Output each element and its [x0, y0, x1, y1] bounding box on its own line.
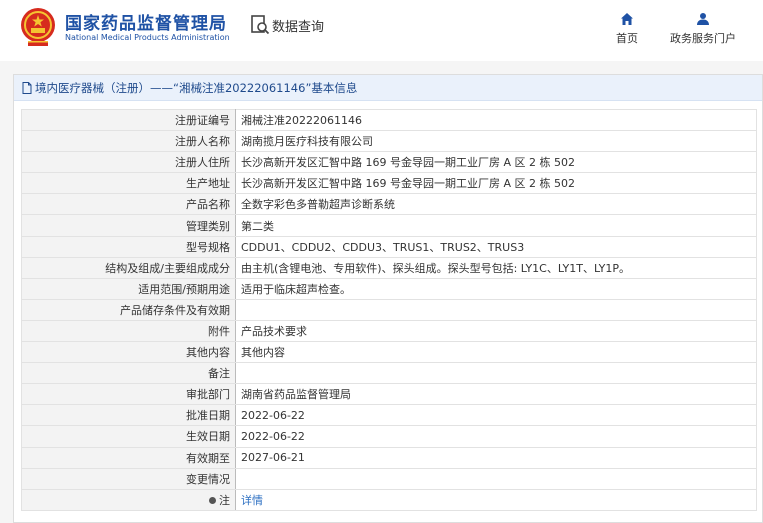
field-label: 注册人住所 [21, 151, 236, 174]
registration-info-table: 注册证编号 湘械注准20222061146 注册人名称 湖南揽月医疗科技有限公司 注… [21, 108, 757, 511]
note-row: 注 详情 [21, 488, 757, 511]
field-label: 管理类别 [21, 214, 236, 237]
field-label: 注册证编号 [21, 108, 236, 132]
field-label: 产品储存条件及有效期 [21, 298, 236, 321]
field-value: CDDU1、CDDU2、CDDU3、TRUS1、TRUS2、TRUS3 [235, 235, 757, 258]
nav-service-label: 政务服务门户 [670, 32, 736, 45]
table-row: 批准日期 2022-06-22 [21, 404, 757, 427]
field-label: 审批部门 [21, 383, 236, 406]
field-value [235, 298, 757, 321]
table-row: 生效日期 2022-06-22 [21, 425, 757, 448]
panel-title-bar: 境内医疗器械（注册）——“湘械注准20222061146”基本信息 [14, 75, 762, 101]
table-row: 生产地址 长沙高新开发区汇智中路 169 号金导园一期工业厂房 A 区 2 栋 5… [21, 172, 757, 195]
field-label: 批准日期 [21, 404, 236, 427]
bullet-icon [209, 497, 216, 505]
field-label: 生效日期 [21, 425, 236, 448]
table-row: 型号规格 CDDU1、CDDU2、CDDU3、TRUS1、TRUS2、TRUS3 [21, 235, 757, 258]
table-row: 注册证编号 湘械注准20222061146 [21, 108, 757, 132]
field-value: 由主机(含锂电池、专用软件)、探头组成。探头型号包括: LY1C、LY1T、LY… [235, 256, 757, 279]
field-label: 其他内容 [21, 341, 236, 364]
nav-home-label: 首页 [616, 32, 638, 45]
table-row: 审批部门 湖南省药品监督管理局 [21, 383, 757, 406]
field-label: 型号规格 [21, 235, 236, 258]
field-value: 2027-06-21 [235, 446, 757, 469]
table-row: 产品名称 全数字彩色多普勒超声诊断系统 [21, 193, 757, 216]
field-value: 其他内容 [235, 341, 757, 364]
field-value: 长沙高新开发区汇智中路 169 号金导园一期工业厂房 A 区 2 栋 502 [235, 151, 757, 174]
note-label: 注 [219, 493, 230, 507]
table-row: 注册人名称 湖南揽月医疗科技有限公司 [21, 130, 757, 153]
field-label: 适用范围/预期用途 [21, 277, 236, 300]
note-label-cell: 注 [21, 488, 236, 511]
field-value: 产品技术要求 [235, 319, 757, 343]
detail-panel: 境内医疗器械（注册）——“湘械注准20222061146”基本信息 注册证编号湘… [13, 74, 763, 523]
field-value: 全数字彩色多普勒超声诊断系统 [235, 193, 757, 216]
nav-service-portal[interactable]: 政务服务门户 [664, 12, 742, 46]
site-logo-subtitle: National Medical Products Administration [65, 33, 230, 42]
document-icon [22, 81, 32, 94]
details-link[interactable]: 详情 [241, 494, 263, 507]
field-value: 2022-06-22 [235, 404, 757, 427]
table-row: 适用范围/预期用途 适用于临床超声检查。 [21, 277, 757, 300]
field-value: 湖南省药品监督管理局 [235, 383, 757, 406]
field-value: 第二类 [235, 214, 757, 237]
table-row: 管理类别 第二类 [21, 214, 757, 237]
national-emblem-icon [21, 8, 55, 46]
table-row: 其他内容 其他内容 [21, 341, 757, 364]
field-value [235, 362, 757, 385]
document-search-icon [251, 15, 270, 35]
note-value-cell: 详情 [235, 488, 757, 511]
table-row: 备注 [21, 362, 757, 385]
field-value: 2022-06-22 [235, 425, 757, 448]
site-header: 国家药品监督管理局 National Medical Products Admi… [0, 0, 763, 61]
table-row: 结构及组成/主要组成成分 由主机(含锂电池、专用软件)、探头组成。探头型号包括: … [21, 256, 757, 279]
field-label: 产品名称 [21, 193, 236, 216]
table-row: 附件 产品技术要求 [21, 319, 757, 343]
field-value: 湘械注准20222061146 [235, 108, 757, 132]
table-row: 产品储存条件及有效期 [21, 298, 757, 321]
home-icon [621, 13, 633, 25]
field-label: 备注 [21, 362, 236, 385]
user-icon [697, 13, 709, 25]
field-value [235, 467, 757, 490]
field-value: 湖南揽月医疗科技有限公司 [235, 130, 757, 153]
table-row: 变更情况 [21, 467, 757, 490]
field-label: 结构及组成/主要组成成分 [21, 256, 236, 279]
field-label: 生产地址 [21, 172, 236, 195]
data-query-label: 数据查询 [272, 19, 325, 35]
field-label: 注册人名称 [21, 130, 236, 153]
field-value: 长沙高新开发区汇智中路 169 号金导园一期工业厂房 A 区 2 栋 502 [235, 172, 757, 195]
nav-home[interactable]: 首页 [612, 12, 642, 46]
table-row: 注册人住所 长沙高新开发区汇智中路 169 号金导园一期工业厂房 A 区 2 栋 … [21, 151, 757, 174]
field-label: 有效期至 [21, 446, 236, 469]
site-logo-title: 国家药品监督管理局 [65, 14, 227, 34]
field-value: 适用于临床超声检查。 [235, 277, 757, 300]
panel-title: 境内医疗器械（注册）——“湘械注准20222061146”基本信息 [35, 80, 358, 95]
data-query-link[interactable]: 数据查询 [250, 14, 324, 36]
table-row: 有效期至 2027-06-21 [21, 446, 757, 469]
field-label: 附件 [21, 319, 236, 343]
field-label: 变更情况 [21, 467, 236, 490]
